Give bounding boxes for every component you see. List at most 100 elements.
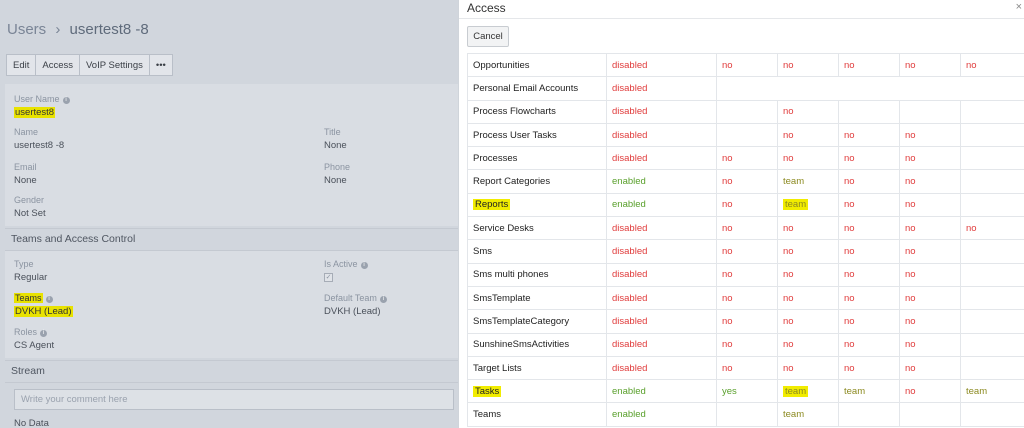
permission-cell [899,99,961,124]
permission-value: no [905,152,916,164]
scope-status-cell: disabled [606,309,717,334]
permission-cell: no [838,146,900,171]
permission-cell [838,99,900,124]
cancel-button[interactable]: Cancel [467,26,509,47]
breadcrumb-separator: › [55,21,61,38]
scope-name: Tasks [473,385,502,397]
permission-cell: no [838,169,900,194]
permission-cell: team [777,402,839,427]
page-title: usertest8 -8 [69,21,149,38]
permission-cell [960,122,1024,148]
table-row: SunshineSmsActivities disabled no no no no [467,332,1024,357]
scope-status-cell: disabled [606,239,717,264]
permission-cell: no [899,285,961,311]
permission-cell: no [899,239,961,264]
permission-value: no [783,362,794,374]
edit-button[interactable]: Edit [6,54,37,76]
permission-cell: no [899,192,961,218]
permission-cell: team [777,192,839,218]
info-icon: i [40,330,48,337]
scope-name: Sms [473,246,492,258]
permission-cell: no [899,52,961,78]
is-active-label: Is Active i [324,259,368,269]
permission-value: no [844,292,855,304]
permission-value: no [844,362,855,374]
user-name-value: usertest8 [14,107,56,118]
gender-value: Not Set [14,208,46,219]
scope-name: SmsTemplate [473,292,531,304]
permission-value: no [783,339,794,351]
permission-cell: team [777,379,839,404]
permission-cell: no [777,216,839,241]
permission-value: no [722,339,733,351]
permission-value: no [722,246,733,258]
scope-status-cell: disabled [606,52,717,78]
scope-status-cell: disabled [606,122,717,148]
close-icon[interactable]: × [1016,1,1022,13]
voip-settings-button[interactable]: VoIP Settings [79,54,150,76]
permission-value: no [905,59,916,71]
email-label: Email [14,162,37,172]
permission-cell: no [899,309,961,334]
permission-value: no [844,176,855,188]
access-button[interactable]: Access [35,54,80,76]
permission-cell: no [838,122,900,148]
permission-value: no [722,315,733,327]
permission-cell: team [960,379,1024,404]
teams-value: DVKH (Lead) [14,306,73,317]
phone-label: Phone [324,162,351,172]
permission-value: no [905,269,916,281]
permission-cell: no [960,52,1024,78]
teams-label: Teams i [14,293,53,303]
section-divider [5,360,460,361]
modal-title: Access [467,1,506,15]
permission-value: no [905,362,916,374]
permission-cell: yes [716,379,778,404]
permission-cell: no [777,239,839,264]
permission-cell [960,309,1024,334]
permission-value: no [783,106,794,118]
scope-name: Process User Tasks [473,129,557,141]
info-icon: i [379,296,387,303]
permission-value: no [905,246,916,258]
comment-input[interactable] [14,389,454,410]
permission-cell: no [716,52,778,78]
gender-label: Gender [14,195,45,205]
permission-cell [960,192,1024,218]
permission-cell: no [716,192,778,218]
permission-cell: no [777,99,839,124]
permission-value: team [966,385,988,397]
roles-value: CS Agent [14,340,55,351]
info-icon: i [62,97,70,104]
permission-value: no [722,269,733,281]
breadcrumb-users-link[interactable]: Users [7,21,46,38]
scope-name-cell: Process User Tasks [467,122,607,148]
info-icon: i [45,296,53,303]
scope-status-cell: disabled [606,146,717,171]
permission-cell: no [838,192,900,218]
scope-name-cell: Reports [467,192,607,218]
more-actions-button[interactable]: ••• [148,54,173,76]
scope-status-cell: disabled [606,76,717,101]
permission-value: no [783,315,794,327]
scope-status-cell: disabled [606,216,717,241]
permission-cell: no [838,309,900,334]
permission-value: no [844,269,855,281]
scope-status-cell: disabled [606,99,717,124]
permission-cell [716,76,1024,101]
scope-name-cell: Teams [467,402,607,427]
table-row: SmsTemplateCategory disabled no no no no [467,309,1024,334]
scope-name: Teams [473,409,501,421]
permission-cell: no [777,262,839,287]
scope-name-cell: SmsTemplate [467,285,607,311]
table-row: SmsTemplate disabled no no no no [467,285,1024,311]
permission-cell: no [777,355,839,381]
permission-value: no [783,222,794,234]
permission-value: no [905,292,916,304]
permission-value: no [783,292,794,304]
scope-name-cell: Target Lists [467,355,607,381]
table-row: Process User Tasks disabled no no no [467,122,1024,148]
permission-cell: no [838,262,900,287]
table-row: Reports enabled no team no no [467,192,1024,218]
permission-value: team [783,199,809,211]
